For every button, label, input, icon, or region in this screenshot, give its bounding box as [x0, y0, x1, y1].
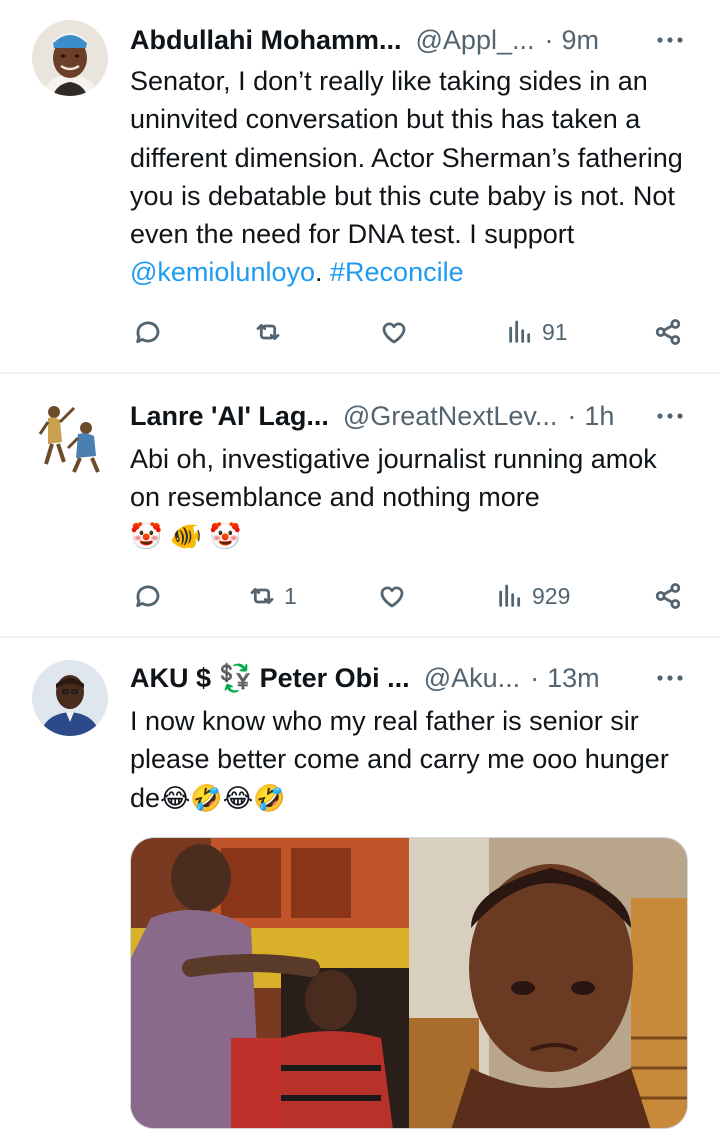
reply-button[interactable] [132, 310, 164, 354]
share-button[interactable] [652, 310, 684, 354]
views-count: 91 [542, 318, 568, 345]
like-button[interactable] [376, 574, 408, 618]
author-handle[interactable]: @Appl_... [416, 25, 535, 56]
share-button[interactable] [652, 574, 684, 618]
tweet-header: AKU $ 💱 Peter Obi ... @Aku... · 13m [130, 658, 690, 698]
author-handle[interactable]: @Aku... [424, 663, 520, 694]
views-count: 929 [532, 582, 571, 609]
retweet-count: 1 [284, 582, 297, 609]
views-icon [509, 320, 531, 343]
mention-link[interactable]: @kemiolunloyo [130, 257, 315, 287]
more-icon[interactable] [650, 396, 690, 436]
action-bar: 1 929 [130, 574, 690, 618]
retweet-button[interactable]: 1 [246, 574, 297, 618]
more-icon[interactable] [650, 20, 690, 60]
timestamp[interactable]: 9m [561, 25, 599, 56]
separator-dot: · [567, 400, 577, 431]
author-handle[interactable]: @GreatNextLev... [343, 401, 557, 432]
emoji-group: 😂🤣😂🤣 [160, 782, 286, 813]
avatar[interactable] [34, 398, 106, 478]
avatar[interactable] [32, 660, 108, 736]
avatar[interactable] [32, 20, 108, 96]
retweet-icon [250, 587, 274, 605]
heart-icon [380, 586, 404, 608]
tweet-header: Lanre 'AI' Lag... @GreatNextLev... · 1h [130, 396, 690, 436]
tweet[interactable]: Lanre 'AI' Lag... @GreatNextLev... · 1h … [0, 374, 720, 636]
retweet-button[interactable] [252, 310, 290, 354]
tweet-text-main: Senator, I don’t really like taking side… [130, 66, 683, 250]
tweet-text: I now know who my real father is senior … [130, 702, 690, 817]
reply-icon [136, 585, 160, 607]
timestamp[interactable]: 13m [547, 663, 600, 694]
reply-button[interactable] [132, 574, 164, 618]
views-icon [499, 584, 521, 607]
tweet-text: Abi oh, investigative journalist running… [130, 440, 690, 555]
retweet-icon [256, 323, 280, 341]
reply-icon [136, 321, 160, 343]
share-icon [655, 319, 681, 345]
views-button[interactable]: 929 [494, 574, 570, 618]
separator-dot: · [544, 24, 554, 55]
tweet[interactable]: Abdullahi Mohamm... @Appl_... · 9m Senat… [0, 0, 720, 372]
action-bar: 91 [130, 310, 690, 354]
tweet-text-main: Abi oh, investigative journalist running… [130, 444, 657, 513]
tweet[interactable]: AKU $ 💱 Peter Obi ... @Aku... · 13m I no… [0, 638, 720, 1138]
tweet-text: Senator, I don’t really like taking side… [130, 62, 690, 292]
more-icon[interactable] [650, 658, 690, 698]
timestamp[interactable]: 1h [584, 401, 614, 432]
author-name[interactable]: Lanre 'AI' Lag... [130, 401, 329, 432]
emoji-group: 🤡 🐠 🤡 [130, 520, 242, 551]
tweet-header: Abdullahi Mohamm... @Appl_... · 9m [130, 20, 690, 60]
heart-icon [382, 322, 406, 344]
share-icon [655, 583, 681, 609]
like-button[interactable] [378, 310, 410, 354]
tweet-media-image[interactable] [130, 837, 688, 1129]
tweet-text-punct: . [315, 257, 331, 288]
author-name[interactable]: Abdullahi Mohamm... [130, 25, 402, 56]
hashtag-link[interactable]: #Reconcile [330, 257, 464, 287]
views-button[interactable]: 91 [504, 310, 568, 354]
author-name[interactable]: AKU $ 💱 Peter Obi ... [130, 662, 410, 694]
separator-dot: · [530, 662, 540, 693]
